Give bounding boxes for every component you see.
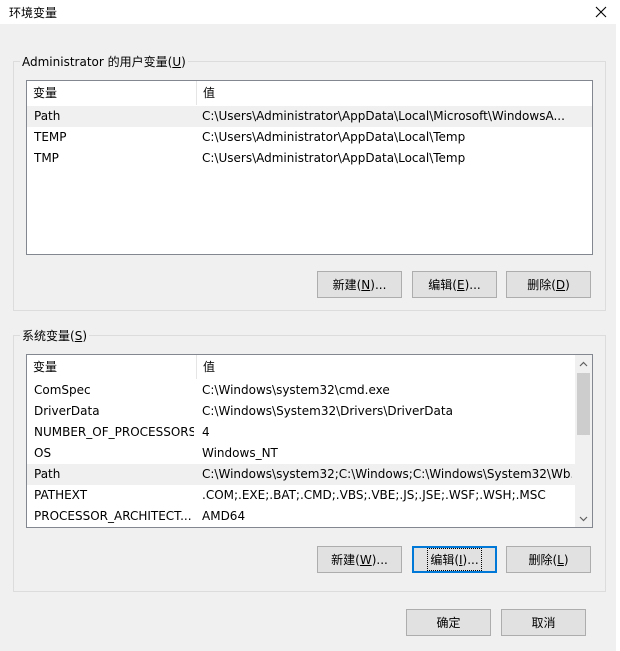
chevron-down-icon bbox=[579, 516, 588, 521]
user-new-button[interactable]: 新建(N)... bbox=[317, 271, 402, 298]
table-row[interactable]: Path C:\Windows\system32;C:\Windows;C:\Wi… bbox=[27, 464, 592, 485]
variable-value-cell: 4 bbox=[202, 425, 210, 439]
variable-name-cell: PATHEXT bbox=[34, 488, 88, 502]
system-vars-label: 系统变量(S) bbox=[20, 327, 89, 344]
table-row[interactable]: OS Windows_NT bbox=[27, 443, 592, 464]
list-header: 变量 值 bbox=[27, 81, 592, 105]
user-edit-button[interactable]: 编辑(E)... bbox=[412, 271, 497, 298]
variable-value-cell: Windows_NT bbox=[202, 446, 278, 460]
list-header: 变量 值 bbox=[27, 355, 592, 379]
variable-name-cell: OS bbox=[34, 446, 52, 460]
column-header-variable[interactable]: 变量 bbox=[27, 81, 197, 105]
title-bar: 环境变量 bbox=[0, 0, 620, 24]
variable-value-cell: C:\Users\Administrator\AppData\Local\Tem… bbox=[202, 130, 466, 144]
variable-value-cell: C:\Windows\system32;C:\Windows;C:\Window… bbox=[202, 467, 572, 481]
table-row[interactable]: PATHEXT .COM;.EXE;.BAT;.CMD;.VBS;.VBE;.JS… bbox=[27, 485, 592, 506]
close-icon bbox=[595, 6, 607, 18]
ok-button[interactable]: 确定 bbox=[406, 609, 491, 636]
column-header-value[interactable]: 值 bbox=[197, 355, 215, 379]
variable-value-cell: .COM;.EXE;.BAT;.CMD;.VBS;.VBE;.JS;.JSE;.… bbox=[202, 488, 546, 502]
variable-value-cell: C:\Windows\System32\Drivers\DriverData bbox=[202, 404, 453, 418]
system-edit-button[interactable]: 编辑(I)... bbox=[412, 546, 497, 573]
table-row[interactable]: ComSpec C:\Windows\system32\cmd.exe bbox=[27, 380, 592, 401]
user-vars-label: Administrator 的用户变量(U) bbox=[20, 53, 188, 70]
column-header-value[interactable]: 值 bbox=[197, 81, 215, 105]
table-row[interactable]: DriverData C:\Windows\System32\Drivers\Dr… bbox=[27, 401, 592, 422]
chevron-up-icon bbox=[579, 361, 588, 366]
variable-value-cell: C:\Windows\system32\cmd.exe bbox=[202, 383, 390, 397]
variable-name-cell: ComSpec bbox=[34, 383, 91, 397]
window-edge bbox=[616, 24, 620, 651]
system-delete-button[interactable]: 删除(L) bbox=[506, 546, 591, 573]
system-new-button[interactable]: 新建(W)... bbox=[317, 546, 402, 573]
variable-name-cell: NUMBER_OF_PROCESSORS bbox=[34, 425, 194, 439]
system-vars-list[interactable]: 变量 值 ComSpec C:\Windows\system32\cmd.exe D… bbox=[26, 354, 593, 528]
table-row[interactable]: Path C:\Users\Administrator\AppData\Local… bbox=[27, 106, 592, 127]
table-row[interactable]: TMP C:\Users\Administrator\AppData\Local\… bbox=[27, 148, 592, 169]
scroll-down-button[interactable] bbox=[575, 510, 592, 527]
window-title: 环境变量 bbox=[9, 6, 58, 20]
close-button[interactable] bbox=[590, 2, 612, 22]
table-row[interactable]: PROCESSOR_ARCHITECT... AMD64 bbox=[27, 506, 592, 527]
variable-value-cell: C:\Users\Administrator\AppData\Local\Mic… bbox=[202, 109, 565, 123]
column-header-variable[interactable]: 变量 bbox=[27, 355, 197, 379]
user-delete-button[interactable]: 删除(D) bbox=[506, 271, 591, 298]
table-row[interactable]: NUMBER_OF_PROCESSORS 4 bbox=[27, 422, 592, 443]
scroll-thumb[interactable] bbox=[577, 373, 590, 435]
user-vars-list[interactable]: 变量 值 Path C:\Users\Administrator\AppData\… bbox=[26, 80, 593, 255]
variable-name-cell: TEMP bbox=[34, 130, 67, 144]
variable-name-cell: PROCESSOR_ARCHITECT... bbox=[34, 509, 192, 523]
variable-name-cell: Path bbox=[34, 467, 61, 481]
variable-name-cell: DriverData bbox=[34, 404, 100, 418]
variable-value-cell: C:\Users\Administrator\AppData\Local\Tem… bbox=[202, 151, 466, 165]
variable-name-cell: Path bbox=[34, 109, 61, 123]
variable-name-cell: TMP bbox=[34, 151, 59, 165]
variable-value-cell: AMD64 bbox=[202, 509, 246, 523]
cancel-button[interactable]: 取消 bbox=[501, 609, 586, 636]
vertical-scrollbar[interactable] bbox=[575, 355, 592, 527]
table-row[interactable]: TEMP C:\Users\Administrator\AppData\Local… bbox=[27, 127, 592, 148]
scroll-up-button[interactable] bbox=[575, 355, 592, 372]
